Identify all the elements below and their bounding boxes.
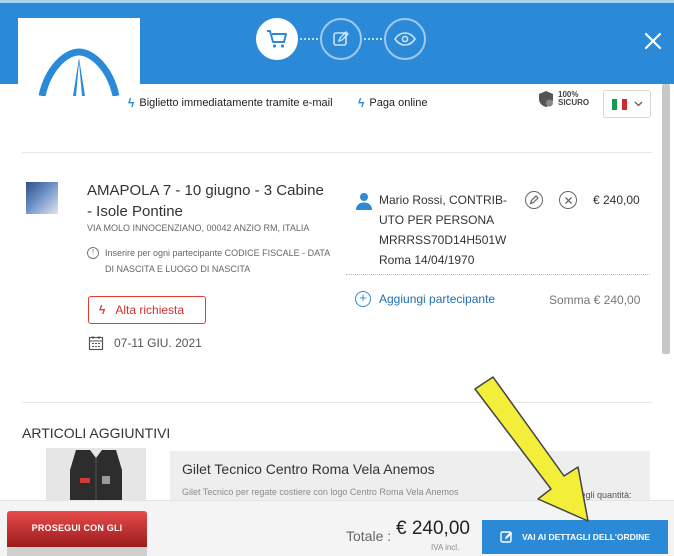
product-title: AMAPOLA 7 - 10 giugno - 3 Cabine - Isole… (87, 182, 324, 220)
extra-item-name: Gilet Tecnico Centro Roma Vela Anemos (182, 461, 435, 477)
bolt-icon: ϟ (358, 96, 365, 110)
calendar-icon (88, 336, 104, 351)
product-address: VIA MOLO INNOCENZIANO, 00042 ANZIO RM, I… (87, 223, 310, 233)
extras-title: ARTICOLI AGGIUNTIVI (22, 425, 171, 441)
total-value: € 240,00 (396, 518, 470, 539)
secure-label: SICURO (558, 98, 590, 107)
participant-sum: Somma € 240,00 (549, 293, 641, 307)
edit-participant-button[interactable] (525, 191, 543, 209)
dotted-divider (346, 274, 650, 275)
email-ticket-info: ϟ Biglietto immediatamente tramite e-mai… (128, 96, 333, 110)
pencil-icon (529, 195, 539, 205)
extra-item-description: Gilet Tecnico per regate costiere con lo… (182, 487, 459, 497)
italy-flag-icon (611, 98, 628, 110)
pay-online-info: ϟ Paga online (358, 96, 427, 110)
participant-note: ! Inserire per ogni partecipante CODICE … (87, 245, 337, 277)
product-thumbnail (26, 182, 58, 214)
event-date-text: 07-11 GIU. 2021 (114, 336, 202, 350)
checkout-steps (256, 18, 428, 62)
edit-icon (500, 531, 513, 543)
participant-details: Mario Rossi, CONTRIB-UTO PER PERSONA MRR… (379, 193, 508, 267)
add-participant-button[interactable]: + Aggiungi partecipante (355, 291, 495, 307)
info-bar: ϟ Biglietto immediatamente tramite e-mai… (0, 84, 660, 124)
bolt-icon: ϟ (99, 303, 106, 317)
remove-participant-button[interactable] (559, 191, 577, 209)
order-details-label: VAI AI DETTAGLI DELL'ORDINE (522, 532, 650, 542)
person-icon (356, 193, 372, 210)
continue-shopping-button[interactable]: PROSEGUI CON GLI (7, 511, 147, 547)
close-icon (564, 196, 572, 204)
participant-price: € 240,00 (593, 193, 640, 207)
close-icon[interactable] (640, 28, 666, 54)
step-details[interactable] (320, 18, 362, 60)
participant-note-text: Inserire per ogni partecipante CODICE FI… (105, 248, 330, 274)
header-top-line (0, 0, 674, 3)
step-connector (300, 38, 318, 40)
total-label: Totale : (346, 528, 392, 544)
eye-icon (394, 32, 416, 46)
email-ticket-text: Biglietto immediatamente tramite e-mail (139, 97, 333, 109)
bolt-icon: ϟ (128, 96, 135, 110)
cart-icon (267, 30, 287, 48)
ssl-shield-icon (539, 91, 553, 107)
vat-note: IVA incl. (431, 543, 460, 552)
info-icon: ! (87, 247, 99, 259)
high-demand-text: Alta richiesta (115, 303, 185, 317)
scrollbar[interactable] (662, 84, 670, 354)
chevron-down-icon (634, 101, 642, 107)
divider (22, 152, 652, 153)
language-select[interactable] (603, 90, 651, 118)
step-review[interactable] (384, 18, 426, 60)
add-participant-label: Aggiungi partecipante (379, 292, 496, 306)
high-demand-badge: ϟ Alta richiesta (88, 296, 206, 324)
step-connector (364, 38, 382, 40)
order-details-button[interactable]: VAI AI DETTAGLI DELL'ORDINE (482, 520, 668, 554)
secure-badge: 100% SICURO (537, 90, 589, 108)
edit-icon (333, 31, 349, 46)
plus-circle-icon: + (355, 291, 371, 307)
highlight-arrow-icon (474, 376, 589, 522)
vest-icon (70, 450, 122, 508)
event-date: 07-11 GIU. 2021 (88, 335, 202, 351)
pay-online-text: Paga online (369, 97, 428, 109)
step-cart[interactable] (256, 18, 298, 60)
button-shadow (7, 547, 147, 556)
vest-image (46, 448, 146, 508)
